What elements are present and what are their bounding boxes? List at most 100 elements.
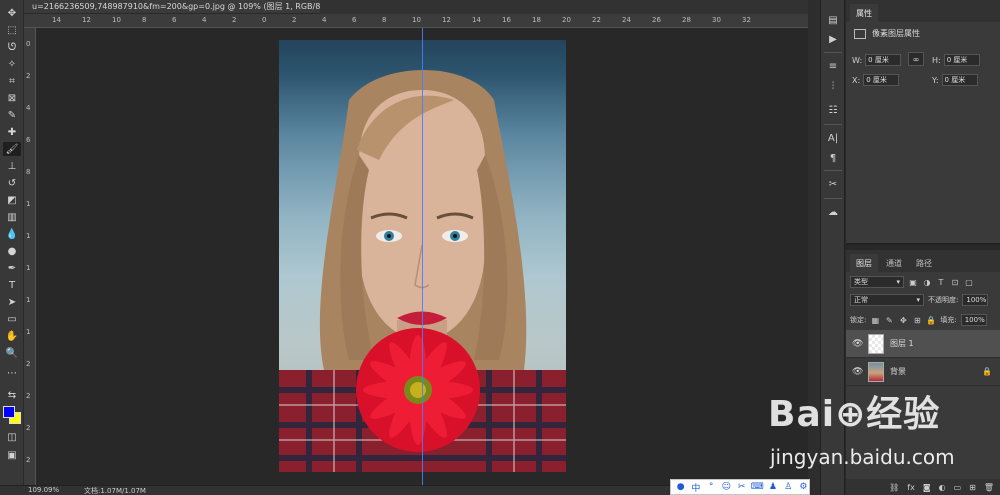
lock-icon: 🔒 (982, 367, 992, 376)
visibility-eye-icon[interactable]: 👁 (852, 339, 863, 349)
filter-type-icon[interactable]: T (936, 277, 946, 287)
adjustments-icon[interactable]: ≡ (824, 58, 842, 74)
properties-section-title: 像素图层属性 (872, 29, 920, 38)
frame-tool-icon[interactable]: ⊠ (3, 91, 21, 105)
ruler-tick-label: 20 (562, 16, 571, 24)
lock-all-icon[interactable]: 🔒 (926, 315, 936, 325)
history-icon[interactable]: ▤ (824, 12, 842, 28)
zoom-tool-icon[interactable]: 🔍 (3, 346, 21, 360)
properties-panel: 属性 像素图层属性 W: 0 厘米 H: 0 厘米 X: 0 厘米 Y: 0 厘… (846, 0, 1000, 245)
shirt-icon[interactable]: ♙ (783, 481, 794, 493)
visibility-eye-icon[interactable]: 👁 (852, 367, 863, 377)
screen-mode-icon[interactable]: ▣ (3, 448, 21, 462)
lock-transparent-icon[interactable]: ▦ (870, 315, 880, 325)
eraser-tool-icon[interactable]: ◩ (3, 193, 21, 207)
opacity-field[interactable]: 100% (962, 294, 989, 306)
emoji-icon[interactable]: ☺ (721, 481, 732, 493)
fx-icon[interactable]: fx (907, 483, 915, 492)
keyboard-icon[interactable]: ⌨ (751, 481, 764, 493)
libraries-icon[interactable]: ☁ (824, 204, 842, 220)
sliders-icon[interactable]: ⫶ (824, 78, 842, 94)
blend-mode-value: 正常 (854, 296, 868, 304)
document-tab[interactable]: u=2166236509,748987910&fm=200&gp=0.jpg @… (24, 0, 320, 14)
crop-tool-icon[interactable]: ⌗ (3, 74, 21, 88)
rectangle-tool-icon[interactable]: ▭ (3, 312, 21, 326)
magic-wand-tool-icon[interactable]: ✧ (3, 57, 21, 71)
ruler-tick-label: 2 (26, 72, 31, 80)
filter-pixel-icon[interactable]: ▣ (908, 277, 918, 287)
y-field[interactable]: 0 厘米 (941, 74, 978, 86)
tool-presets-icon[interactable]: ✂ (824, 176, 842, 192)
filter-smart-object-icon[interactable]: ▢ (964, 277, 974, 287)
tab-paths[interactable]: 路径 (910, 254, 938, 272)
hand-tool-icon[interactable]: ✋ (3, 329, 21, 343)
layer-filter-select[interactable]: 类型 ▾ (850, 276, 904, 288)
dodge-tool-icon[interactable]: ● (3, 244, 21, 258)
link-layers-icon[interactable]: ⛓ (889, 483, 899, 492)
ruler-tick-label: 18 (532, 16, 541, 24)
more-tools-icon[interactable]: ⋯ (3, 366, 21, 380)
layer-row[interactable]: 👁 图层 1 (846, 330, 1000, 358)
character-icon[interactable]: A| (824, 130, 842, 146)
gear-icon[interactable]: ⚙ (798, 481, 809, 493)
ruler-tick-label: 1 (26, 328, 31, 336)
scissors-icon[interactable]: ✂ (736, 481, 747, 493)
user-icon[interactable]: ● (675, 481, 686, 493)
width-field[interactable]: 0 厘米 (865, 54, 902, 66)
layer-row[interactable]: 👁 背景 🔒 (846, 358, 1000, 386)
type-tool-icon[interactable]: T (3, 278, 21, 292)
layer-name[interactable]: 图层 1 (890, 338, 1000, 349)
trash-icon[interactable]: 🗑 (984, 483, 994, 492)
fill-label: 填充: (940, 316, 957, 324)
pen-tool-icon[interactable]: ✒ (3, 261, 21, 275)
horizontal-ruler[interactable]: 14 12 10 8 6 4 2 0 2 4 6 8 10 12 14 16 18 20 22 24 26 28 30 32 (24, 14, 808, 28)
filter-adjustment-icon[interactable]: ◑ (922, 277, 932, 287)
quick-mask-icon[interactable]: ◫ (3, 430, 21, 444)
vertical-ruler[interactable]: 0 2 4 6 8 1 1 1 1 1 2 2 2 2 (24, 28, 36, 485)
punctuation-icon[interactable]: ° (706, 481, 717, 493)
lock-position-icon[interactable]: ✥ (898, 315, 908, 325)
lock-artboard-icon[interactable]: ⊞ (912, 315, 922, 325)
swap-colors-icon[interactable]: ⇆ (3, 388, 21, 402)
healing-brush-tool-icon[interactable]: ✚ (3, 125, 21, 139)
actions-play-icon[interactable]: ▶ (824, 31, 842, 47)
layer-name[interactable]: 背景 (890, 366, 976, 377)
ruler-tick-label: 2 (26, 456, 31, 464)
lock-paint-icon[interactable]: ✎ (884, 315, 894, 325)
ruler-tick-label: 12 (82, 16, 91, 24)
properties-icon[interactable]: ☷ (824, 102, 842, 118)
ruler-tick-label: 1 (26, 232, 31, 240)
path-selection-tool-icon[interactable]: ➤ (3, 295, 21, 309)
clone-stamp-tool-icon[interactable]: ⊥ (3, 159, 21, 173)
document-info[interactable]: 文档:1.07M/1.07M (84, 486, 146, 495)
filter-shape-icon[interactable]: ⊡ (950, 277, 960, 287)
paragraph-icon[interactable]: ¶ (824, 150, 842, 166)
add-mask-icon[interactable]: ◙ (923, 483, 931, 492)
layer-thumbnail (868, 333, 884, 354)
marquee-tool-icon[interactable]: ⬚ (3, 23, 21, 37)
group-folder-icon[interactable]: ▭ (954, 483, 962, 492)
tab-layers[interactable]: 图层 (850, 254, 878, 272)
link-dimensions-icon[interactable]: ∞ (908, 52, 924, 66)
lasso-tool-icon[interactable]: ᘎ (3, 40, 21, 54)
foreground-color-swatch[interactable] (3, 406, 15, 418)
tab-channels[interactable]: 通道 (880, 254, 908, 272)
ruler-tick-label: 22 (592, 16, 601, 24)
adjustment-layer-icon[interactable]: ◐ (939, 483, 946, 492)
zoom-level[interactable]: 109.09% (28, 486, 59, 494)
brush-tool-icon[interactable]: 🖌 (3, 142, 21, 156)
blend-mode-select[interactable]: 正常 ▾ (850, 294, 924, 306)
x-field[interactable]: 0 厘米 (863, 74, 900, 86)
eyedropper-tool-icon[interactable]: ✎ (3, 108, 21, 122)
height-field[interactable]: 0 厘米 (943, 54, 980, 66)
vertical-guide-line[interactable] (422, 28, 423, 485)
fill-field[interactable]: 100% (960, 314, 987, 326)
tab-properties[interactable]: 属性 (850, 4, 878, 22)
person-icon[interactable]: ♟ (767, 481, 778, 493)
blur-tool-icon[interactable]: 💧 (3, 227, 21, 241)
move-tool-icon[interactable]: ✥ (3, 6, 21, 20)
new-layer-icon[interactable]: ⊞ (969, 483, 976, 492)
history-brush-tool-icon[interactable]: ↺ (3, 176, 21, 190)
input-mode-label[interactable]: 中 (690, 481, 701, 494)
gradient-tool-icon[interactable]: ▥ (3, 210, 21, 224)
